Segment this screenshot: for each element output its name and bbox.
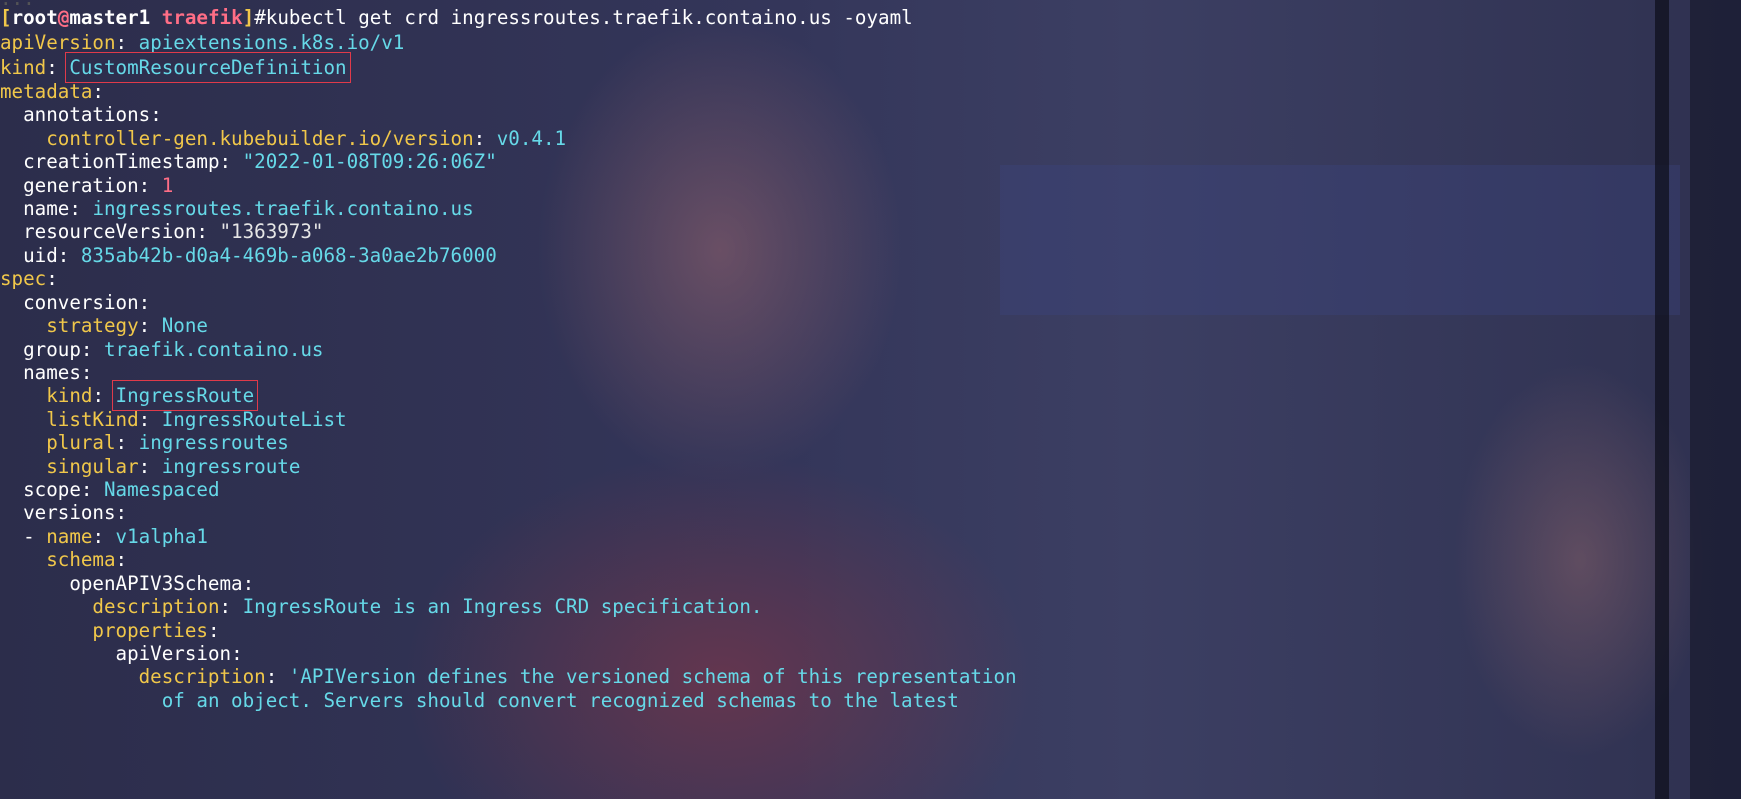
background-door-edge xyxy=(1690,0,1741,799)
yaml-line-versions: versions: xyxy=(23,501,128,524)
yaml-line-strategy: strategy: None xyxy=(46,314,208,337)
shell-prompt-line: [root@master1 traefik]#kubectl get crd i… xyxy=(0,6,913,29)
terminal-window[interactable]: ... [root@master1 traefik]#kubectl get c… xyxy=(0,0,1741,799)
background-window-light xyxy=(1000,165,1680,315)
yaml-line-resourceversion: resourceVersion: "1363973" xyxy=(23,220,324,243)
yaml-line-description: description: IngressRoute is an Ingress … xyxy=(92,595,763,618)
yaml-line-apiversion: apiVersion: apiextensions.k8s.io/v1 xyxy=(0,31,405,54)
yaml-line-spec: spec: xyxy=(0,267,58,290)
command-text: kubectl get crd ingressroutes.traefik.co… xyxy=(265,6,913,29)
yaml-line-plural: plural: ingressroutes xyxy=(46,431,289,454)
background-door-frame xyxy=(1655,0,1669,799)
yaml-line-apiversion-description: description: 'APIVersion defines the ver… xyxy=(138,665,1017,688)
highlight-box-ingressroute: IngressRoute xyxy=(111,380,259,411)
yaml-line-description-continued: of an object. Servers should convert rec… xyxy=(161,689,959,712)
yaml-line-creation: creationTimestamp: "2022-01-08T09:26:06Z… xyxy=(23,150,497,173)
yaml-line-uid: uid: 835ab42b-d0a4-469b-a068-3a0ae2b7600… xyxy=(23,244,497,267)
yaml-line-schema: schema: xyxy=(46,548,128,571)
yaml-line-names-kind: kind: IngressRoute xyxy=(46,380,259,411)
highlight-box-kind: CustomResourceDefinition xyxy=(65,52,351,83)
yaml-line-kind: kind: CustomResourceDefinition xyxy=(0,52,351,83)
yaml-line-annotations: annotations: xyxy=(23,103,162,126)
